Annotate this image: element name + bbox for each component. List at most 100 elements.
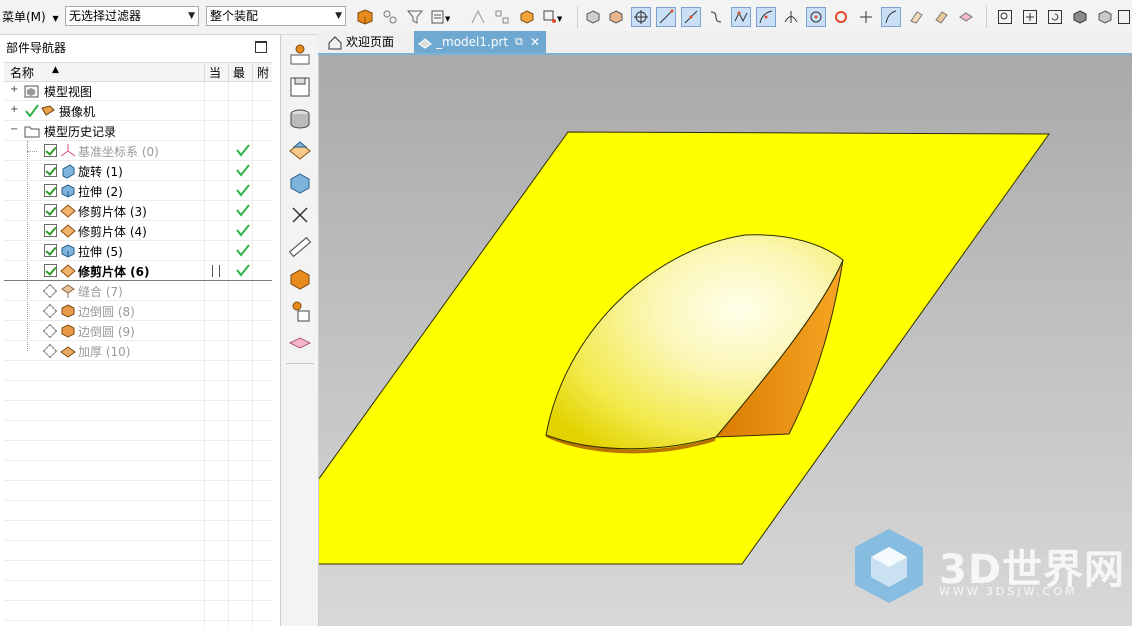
feature-checkbox[interactable] [44, 144, 57, 157]
column-name[interactable]: 名称 [10, 64, 34, 81]
shaded-cube-icon[interactable] [583, 7, 603, 27]
column-current[interactable]: 当 [209, 64, 221, 81]
model-views-icon [24, 83, 40, 99]
snap-point-icon[interactable] [468, 7, 488, 27]
tab-welcome-page[interactable]: 欢迎页面 [324, 31, 412, 53]
snap-quadrant-icon[interactable] [806, 7, 826, 27]
snap-circle-icon[interactable] [831, 7, 851, 27]
expand-icon[interactable]: + [10, 85, 18, 95]
empty-row [4, 561, 272, 581]
close-icon[interactable] [288, 203, 312, 227]
tab-label: _model1.prt [436, 35, 509, 49]
select-feature-icon[interactable] [355, 7, 375, 27]
selection-filter-dropdown[interactable]: 无选择过滤器 ▼ [65, 6, 199, 26]
rotate-icon[interactable] [1045, 7, 1065, 27]
feature-checkbox[interactable] [44, 164, 57, 177]
measure-icon[interactable] [288, 235, 312, 259]
close-tab-icon[interactable]: ✕ [530, 31, 540, 53]
tree-label: 旋转 (1) [78, 165, 123, 179]
wire-cube-icon[interactable] [606, 7, 626, 27]
tab-model-part[interactable]: _model1.prt ⧉ ✕ [414, 31, 546, 53]
part-navigator-icon[interactable] [288, 107, 312, 131]
snap-on-face-icon[interactable] [906, 7, 926, 27]
list-item[interactable]: 边倒圆 (8) [4, 301, 272, 321]
cube-logo-icon [855, 529, 923, 603]
list-item[interactable]: − 模型历史记录 [4, 121, 272, 141]
pan-icon[interactable] [1020, 7, 1040, 27]
type-filter-icon[interactable]: ▼ [430, 7, 450, 27]
snap-arc-center-icon[interactable] [756, 7, 776, 27]
component-select-icon[interactable] [517, 7, 537, 27]
list-item[interactable]: 加厚 (10) [4, 341, 272, 361]
snap-existing-point-icon[interactable] [856, 7, 876, 27]
sew-icon [60, 283, 76, 299]
reuse-library-icon[interactable] [288, 139, 312, 163]
more-tools-icon[interactable] [1117, 7, 1131, 27]
tree-label: 摄像机 [59, 105, 96, 119]
snap-midpoint-icon[interactable] [681, 7, 701, 27]
list-item[interactable]: 拉伸 (5) [4, 241, 272, 261]
snap-plane-icon[interactable] [956, 7, 976, 27]
list-item[interactable]: + 模型视图 [4, 81, 272, 101]
selection-scope-dropdown[interactable]: 整个装配 ▼ [206, 6, 346, 26]
feature-checkbox-inactive[interactable] [42, 323, 58, 339]
list-item[interactable]: 缝合 (7) [4, 281, 272, 301]
select-body-icon[interactable] [380, 7, 400, 27]
filter-icon[interactable] [405, 7, 425, 27]
list-item[interactable]: 修剪片体 (4) [4, 221, 272, 241]
list-item[interactable]: 旋转 (1) [4, 161, 272, 181]
feature-checkbox-inactive[interactable] [42, 343, 58, 359]
list-item-current[interactable]: 修剪片体 (6) [4, 261, 272, 281]
render-style-icon[interactable] [1095, 7, 1115, 27]
list-item[interactable]: 边倒圆 (9) [4, 321, 272, 341]
tree-label: 修剪片体 (6) [78, 265, 150, 279]
expand-icon[interactable]: + [10, 105, 18, 115]
watermark-url: WWW.3DSJW.COM [939, 585, 1078, 598]
check-icon [236, 203, 250, 217]
column-latest[interactable]: 最 [233, 64, 245, 81]
snap-control-point-icon[interactable] [706, 7, 726, 27]
check-icon [236, 143, 250, 157]
feature-checkbox[interactable] [44, 224, 57, 237]
feature-checkbox-inactive[interactable] [42, 283, 58, 299]
datum-csys-icon [60, 143, 76, 159]
save-icon[interactable] [288, 75, 312, 99]
roles-icon[interactable] [288, 299, 312, 323]
history-icon[interactable] [288, 171, 312, 195]
navigator-title: 部件导航器 [6, 41, 67, 55]
empty-row [4, 601, 272, 621]
tree-label: 加厚 (10) [78, 345, 131, 359]
snap-bounded-grid-icon[interactable] [931, 7, 951, 27]
zoom-window-icon[interactable] [995, 7, 1015, 27]
check-icon[interactable] [24, 103, 40, 119]
feature-checkbox[interactable] [44, 264, 57, 277]
tree-label: 修剪片体 (4) [78, 225, 147, 239]
column-attached[interactable]: 附 [257, 64, 269, 81]
list-item[interactable]: 拉伸 (2) [4, 181, 272, 201]
feature-checkbox-inactive[interactable] [42, 303, 58, 319]
snap-center-icon[interactable] [631, 7, 651, 27]
snap-on-curve-icon[interactable] [881, 7, 901, 27]
assembly-navigator-icon[interactable] [288, 43, 312, 67]
graphics-window[interactable]: 3D世界网 WWW.3DSJW.COM [319, 55, 1132, 626]
trim-sheet-icon [60, 263, 76, 279]
modified-icon[interactable]: ⧉ [515, 31, 523, 53]
list-item[interactable]: 基准坐标系 (0) [4, 141, 272, 161]
collapse-icon[interactable]: − [10, 125, 18, 135]
snap-endpoint-icon[interactable] [656, 7, 676, 27]
shaded-view-icon[interactable] [1070, 7, 1090, 27]
feature-checkbox[interactable] [44, 204, 57, 217]
process-studio-icon[interactable] [288, 267, 312, 291]
tree-label: 修剪片体 (3) [78, 205, 147, 219]
feature-checkbox[interactable] [44, 244, 57, 257]
snap-tangent-icon[interactable] [781, 7, 801, 27]
list-item[interactable]: 修剪片体 (3) [4, 201, 272, 221]
maximize-icon[interactable] [255, 41, 267, 53]
feature-checkbox[interactable] [44, 184, 57, 197]
snap-intersection-icon[interactable] [731, 7, 751, 27]
system-scenes-icon[interactable] [288, 331, 312, 355]
menu-button[interactable]: 菜单(M) ▼ [0, 8, 59, 26]
list-item[interactable]: + 摄像机 [4, 101, 272, 121]
point-on-curve-icon[interactable] [492, 7, 512, 27]
select-point-icon[interactable]: ▼ [542, 7, 562, 27]
